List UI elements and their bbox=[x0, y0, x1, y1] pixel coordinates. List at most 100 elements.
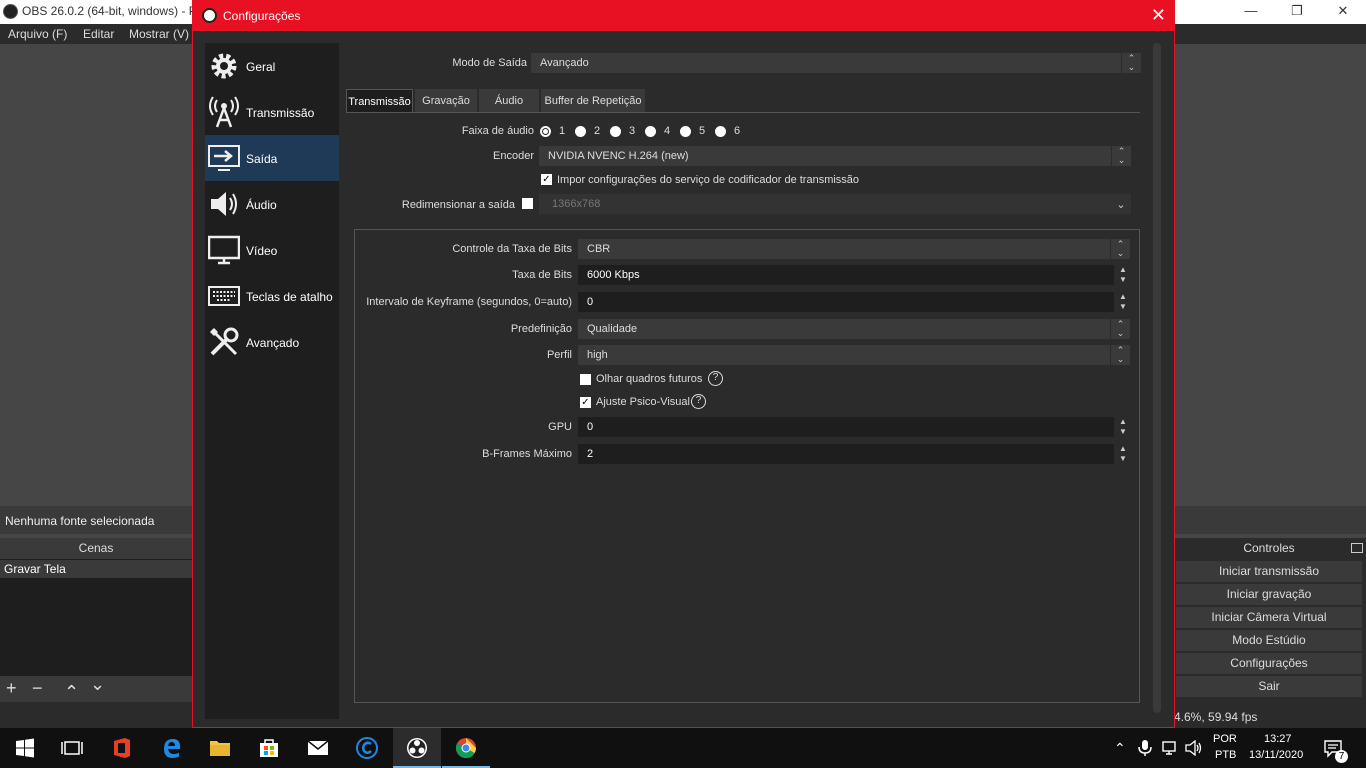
windows-start-icon[interactable] bbox=[13, 736, 37, 760]
audio-track-radio-6[interactable] bbox=[715, 126, 726, 137]
audio-track-label-3: 3 bbox=[629, 125, 636, 137]
mail-icon[interactable] bbox=[306, 736, 330, 760]
spinner-icon[interactable]: ▲ ▼ bbox=[1114, 265, 1132, 285]
edge-icon[interactable] bbox=[160, 736, 184, 760]
tab-replay-buffer[interactable]: Buffer de Repetição bbox=[541, 89, 645, 113]
encoder-value: NVIDIA NVENC H.264 (new) bbox=[548, 150, 689, 162]
menu-file[interactable]: Arquivo (F) bbox=[8, 27, 67, 41]
sidebar-item-general[interactable]: Geral bbox=[205, 43, 339, 89]
settings-titlebar: Configurações ✕ bbox=[193, 1, 1174, 31]
chevron-up-icon[interactable]: ⌃ bbox=[1114, 740, 1126, 757]
menu-view[interactable]: Mostrar (V) bbox=[129, 27, 189, 41]
sidebar-item-video[interactable]: Vídeo bbox=[205, 227, 339, 273]
move-up-icon[interactable]: ⌃ bbox=[64, 682, 79, 703]
obs-logo-icon bbox=[202, 8, 217, 23]
spinner-icon[interactable]: ▲ ▼ bbox=[1114, 292, 1132, 312]
add-scene-icon[interactable]: + bbox=[6, 678, 17, 699]
encoder-select[interactable]: NVIDIA NVENC H.264 (new) ⌃ ⌄ bbox=[539, 146, 1131, 166]
profile-select[interactable]: high ⌃ ⌄ bbox=[578, 345, 1130, 365]
output-mode-label: Modo de Saída bbox=[452, 57, 527, 69]
settings-button[interactable]: Configurações bbox=[1176, 653, 1362, 674]
audio-track-radio-5[interactable] bbox=[680, 126, 691, 137]
spinner-icon[interactable]: ▲ ▼ bbox=[1114, 417, 1132, 437]
file-explorer-icon[interactable] bbox=[208, 736, 232, 760]
chrome-taskbar-button[interactable] bbox=[442, 728, 490, 768]
sidebar-item-label: Geral bbox=[246, 60, 276, 74]
settings-close-button[interactable]: ✕ bbox=[1151, 5, 1166, 26]
sidebar-item-hotkeys[interactable]: Teclas de atalho bbox=[205, 273, 339, 319]
obs-taskbar-button[interactable] bbox=[393, 728, 441, 768]
maximize-button[interactable]: ❐ bbox=[1274, 0, 1320, 24]
minimize-button[interactable]: — bbox=[1228, 0, 1274, 24]
audio-track-radio-1[interactable] bbox=[540, 126, 551, 137]
keyframe-label: Intervalo de Keyframe (segundos, 0=auto) bbox=[366, 296, 572, 308]
sidebar-item-advanced[interactable]: Avançado bbox=[205, 319, 339, 365]
sidebar-item-stream[interactable]: Transmissão bbox=[205, 89, 339, 135]
language-bottom[interactable]: PTB bbox=[1215, 749, 1236, 761]
remove-scene-icon[interactable]: − bbox=[32, 678, 43, 699]
store-icon[interactable] bbox=[257, 736, 281, 760]
office-icon[interactable] bbox=[110, 736, 134, 760]
sidebar-item-output[interactable]: Saída bbox=[205, 135, 339, 181]
volume-icon[interactable] bbox=[1185, 740, 1203, 756]
chevron-updown-icon: ⌃ ⌄ bbox=[1110, 239, 1130, 259]
lookahead-checkbox[interactable] bbox=[580, 374, 591, 385]
speaker-icon bbox=[211, 192, 237, 216]
audio-track-radio-2[interactable] bbox=[575, 126, 586, 137]
tab-audio[interactable]: Áudio bbox=[479, 89, 539, 113]
microphone-icon[interactable] bbox=[1138, 740, 1152, 756]
language-top[interactable]: POR bbox=[1213, 733, 1237, 745]
audio-track-radio-3[interactable] bbox=[610, 126, 621, 137]
exit-button[interactable]: Sair bbox=[1176, 676, 1362, 697]
settings-dialog: Configurações ✕ Geral Transmissão Saída … bbox=[192, 0, 1175, 728]
notification-count: 7 bbox=[1335, 750, 1348, 763]
controls-panel: Controles Iniciar transmissão Iniciar gr… bbox=[1172, 538, 1366, 702]
gpu-label: GPU bbox=[548, 421, 572, 433]
scenes-toolbar: + − ⌃ ⌄ bbox=[0, 674, 192, 703]
tab-divider bbox=[346, 112, 1140, 113]
move-down-icon[interactable]: ⌄ bbox=[90, 674, 105, 695]
help-icon[interactable]: ? bbox=[691, 394, 706, 409]
lookahead-label: Olhar quadros futuros bbox=[596, 373, 703, 385]
tab-recording[interactable]: Gravação bbox=[415, 89, 477, 113]
profile-label: Perfil bbox=[546, 349, 572, 361]
enforce-checkbox[interactable]: ✓ bbox=[541, 174, 552, 185]
bframes-label: B-Frames Máximo bbox=[482, 448, 572, 460]
bitrate-value: 6000 Kbps bbox=[587, 269, 640, 281]
gpu-input[interactable]: 0 ▲ ▼ bbox=[578, 417, 1132, 437]
rescale-label: Redimensionar a saída bbox=[401, 199, 515, 211]
scene-item[interactable]: Gravar Tela bbox=[0, 560, 192, 578]
settings-content: Modo de Saída Avançado ⌃ ⌄ Transmissão Gr… bbox=[346, 43, 1158, 719]
psycho-visual-label: Ajuste Psico-Visual bbox=[596, 396, 690, 408]
sidebar-item-audio[interactable]: Áudio bbox=[205, 181, 339, 227]
main-close-button[interactable]: ✕ bbox=[1320, 0, 1366, 24]
start-streaming-button[interactable]: Iniciar transmissão bbox=[1176, 561, 1362, 582]
spinner-icon[interactable]: ▲ ▼ bbox=[1114, 444, 1132, 464]
studio-mode-button[interactable]: Modo Estúdio bbox=[1176, 630, 1362, 651]
bframes-input[interactable]: 2 ▲ ▼ bbox=[578, 444, 1132, 464]
tab-stream[interactable]: Transmissão bbox=[346, 89, 413, 113]
undock-icon[interactable] bbox=[1351, 543, 1363, 553]
cortana-app-icon[interactable] bbox=[355, 736, 379, 760]
clock-time[interactable]: 13:27 bbox=[1264, 733, 1292, 745]
chevron-updown-icon: ⌃ ⌄ bbox=[1110, 319, 1130, 339]
start-virtual-camera-button[interactable]: Iniciar Câmera Virtual bbox=[1176, 607, 1362, 628]
rescale-select[interactable]: 1366x768 ⌄ bbox=[539, 194, 1131, 214]
task-view-icon[interactable] bbox=[60, 736, 84, 760]
settings-scrollbar[interactable] bbox=[1153, 43, 1161, 713]
psycho-visual-checkbox[interactable]: ✓ bbox=[580, 397, 591, 408]
network-icon[interactable] bbox=[1162, 741, 1176, 755]
settings-sidebar: Geral Transmissão Saída Áudio Vídeo Tecl… bbox=[205, 43, 339, 719]
bitrate-input[interactable]: 6000 Kbps ▲ ▼ bbox=[578, 265, 1132, 285]
output-mode-select[interactable]: Avançado ⌃ ⌄ bbox=[531, 53, 1141, 73]
audio-track-radio-4[interactable] bbox=[645, 126, 656, 137]
preset-select[interactable]: Qualidade ⌃ ⌄ bbox=[578, 319, 1130, 339]
start-recording-button[interactable]: Iniciar gravação bbox=[1176, 584, 1362, 605]
keyboard-icon bbox=[208, 286, 240, 306]
clock-date[interactable]: 13/11/2020 bbox=[1249, 749, 1303, 761]
menu-edit[interactable]: Editar bbox=[83, 27, 114, 41]
rescale-checkbox[interactable] bbox=[522, 198, 533, 209]
rate-control-select[interactable]: CBR ⌃ ⌄ bbox=[578, 239, 1130, 259]
keyframe-input[interactable]: 0 ▲ ▼ bbox=[578, 292, 1132, 312]
help-icon[interactable]: ? bbox=[708, 371, 723, 386]
